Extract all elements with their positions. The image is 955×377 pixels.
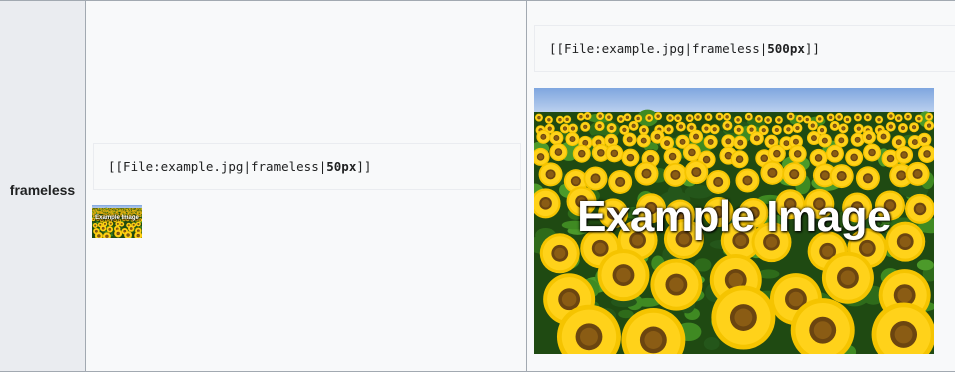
table-row: frameless [[File:example.jpg|frameless| 5…	[0, 8, 955, 372]
row-header-frameless: frameless	[0, 8, 86, 371]
code-suffix: ]]	[356, 159, 372, 174]
example-image-50px[interactable]: Example Image	[92, 205, 142, 238]
previous-row-header-cell	[0, 1, 86, 8]
code-snippet-50px: [[File:example.jpg|frameless| 50px]]	[93, 143, 521, 190]
image-overlay-text: Example Image	[95, 215, 139, 221]
cell-500px: [[File:example.jpg|frameless| 500px]] Exa…	[527, 8, 955, 371]
wiki-table: frameless [[File:example.jpg|frameless| 5…	[0, 0, 955, 377]
previous-row-cell-2	[527, 1, 955, 8]
code-prefix: [[File:example.jpg|frameless|	[108, 159, 327, 174]
table-previous-row	[0, 1, 955, 8]
example-image-500px[interactable]: Example Image	[534, 88, 934, 354]
image-overlay-text: Example Image	[577, 192, 891, 241]
sunflower-field-image	[92, 205, 142, 238]
cell-50px: [[File:example.jpg|frameless| 50px]] Exam…	[86, 8, 527, 371]
code-snippet-500px: [[File:example.jpg|frameless| 500px]]	[534, 25, 955, 72]
code-prefix: [[File:example.jpg|frameless|	[549, 41, 768, 56]
code-size-bold: 50px	[326, 159, 357, 174]
previous-row-cell-1	[86, 1, 527, 8]
code-suffix: ]]	[804, 41, 820, 56]
code-size-bold: 500px	[767, 41, 805, 56]
